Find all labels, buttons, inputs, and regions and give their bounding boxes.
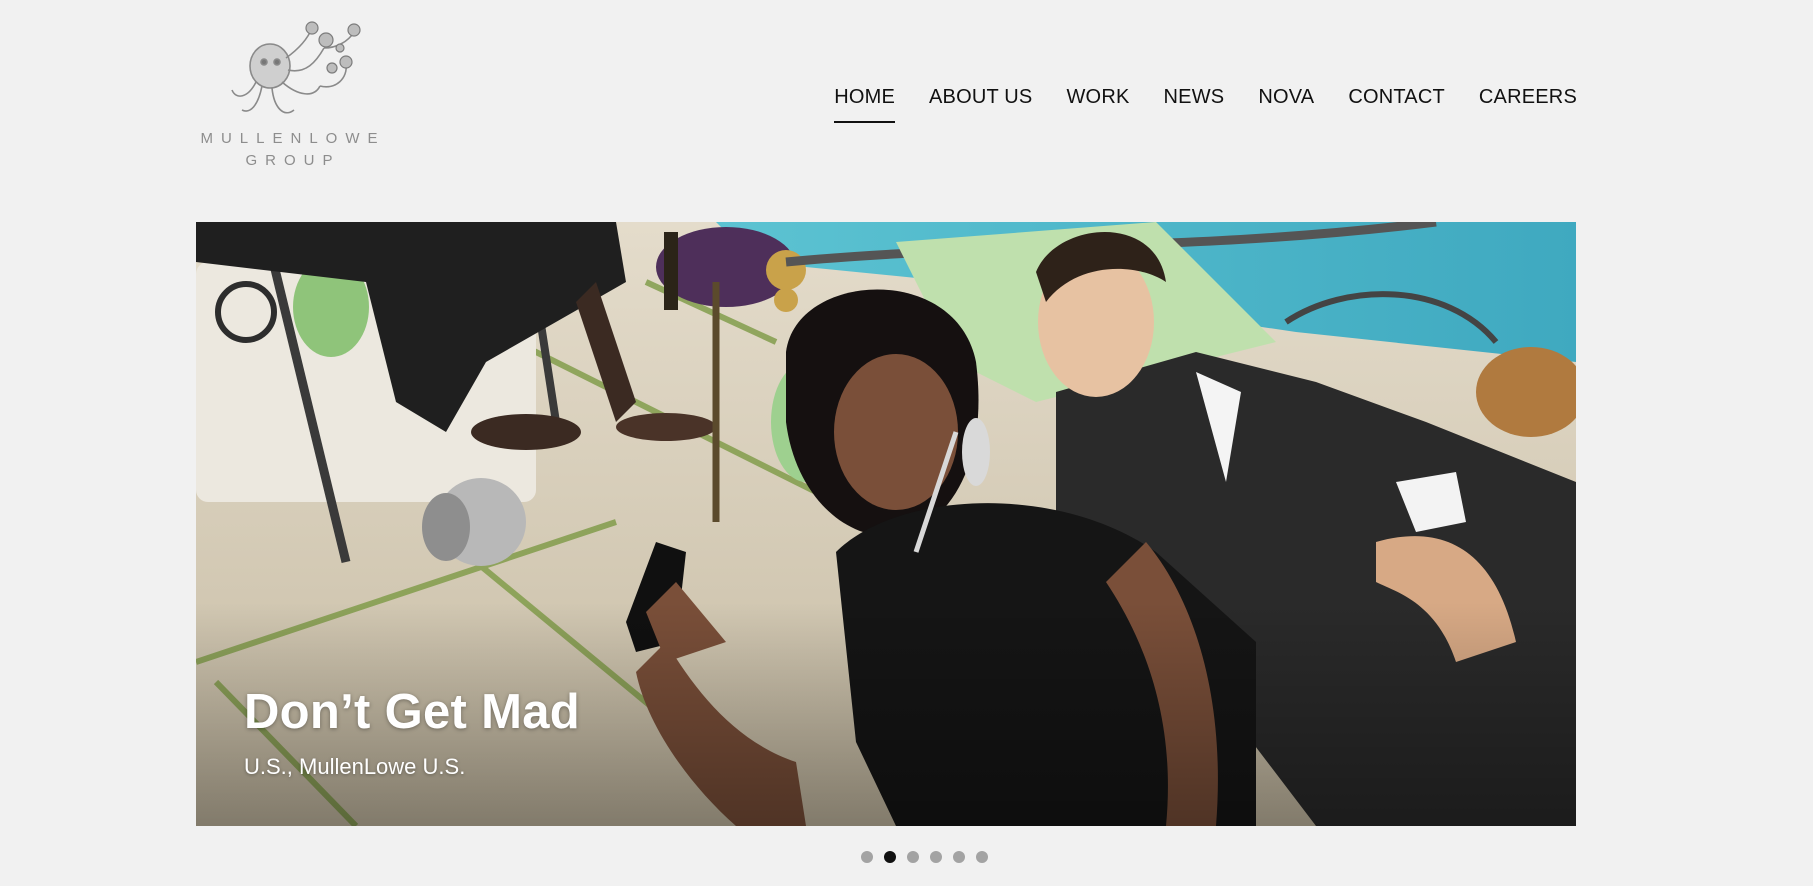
octopus-logo-icon [231,21,361,114]
nav-item-nova[interactable]: NOVA [1258,86,1314,123]
nav-item-about-us[interactable]: ABOUT US [929,86,1032,123]
carousel-dot[interactable] [929,851,942,863]
carousel-dot[interactable] [906,851,919,863]
nav-item-careers[interactable]: CAREERS [1479,86,1577,123]
carousel-dot-active[interactable] [883,851,896,863]
hero-subtitle: U.S., MullenLowe U.S. [244,754,466,779]
logo-link[interactable]: MULLENLOWE GROUP [190,18,400,178]
hero-slide[interactable]: Don’t Get Mad U.S., MullenLowe U.S. [196,222,1576,826]
carousel-dot[interactable] [975,851,988,863]
hero-caption: Don’t Get Mad U.S., MullenLowe U.S. [244,684,580,780]
carousel-dots [0,851,1813,863]
carousel-dot[interactable] [952,851,965,863]
page: MULLENLOWE GROUP HOME ABOUT US WORK NEWS… [0,0,1813,886]
nav-item-work[interactable]: WORK [1066,86,1129,123]
hero-title[interactable]: Don’t Get Mad [244,684,580,740]
nav-item-contact[interactable]: CONTACT [1348,86,1445,123]
logo-text-line2: GROUP [245,152,341,169]
main-nav: HOME ABOUT US WORK NEWS NOVA CONTACT CAR… [834,86,1577,123]
carousel-dot[interactable] [860,851,873,863]
logo-text-line1: MULLENLOWE [200,130,386,147]
nav-item-home[interactable]: HOME [834,86,895,123]
nav-item-news[interactable]: NEWS [1164,86,1225,123]
